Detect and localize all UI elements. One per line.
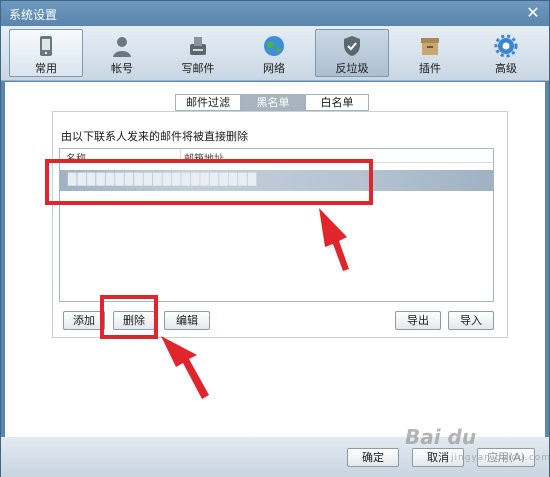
toolbar-item-advanced[interactable]: 高级 (469, 29, 543, 77)
toolbar-item-network[interactable]: 网络 (237, 29, 311, 77)
delete-button[interactable]: 删除 (113, 311, 155, 330)
toolbar-item-general[interactable]: 常用 (9, 29, 83, 77)
add-button[interactable]: 添加 (63, 311, 105, 330)
settings-toolbar: 常用 帐号 写邮件 网络 反垃圾 插件 高级 (1, 26, 549, 81)
gear-icon (494, 34, 518, 58)
title-bar: 系统设置 ✕ (1, 1, 549, 26)
toolbar-item-account[interactable]: 帐号 (85, 29, 159, 77)
toolbar-label: 插件 (419, 62, 441, 75)
ok-button[interactable]: 确定 (347, 448, 399, 467)
export-button[interactable]: 导出 (395, 311, 441, 330)
toolbar-item-compose[interactable]: 写邮件 (161, 29, 235, 77)
user-icon (113, 37, 131, 57)
settings-window: 系统设置 ✕ 常用 帐号 写邮件 网络 反垃圾 插件 高级 邮件过滤 黑名单 白… (0, 0, 550, 477)
toolbar-label: 网络 (263, 62, 285, 75)
watermark-url: jingyan.baidu.com (451, 453, 550, 463)
column-header-name[interactable]: 名称 (66, 150, 86, 165)
toolbar-label: 反垃圾 (335, 62, 369, 75)
tab-whitelist[interactable]: 白名单 (305, 94, 369, 111)
watermark: Bai du jingyan.baidu.com (405, 425, 550, 473)
toolbar-label: 帐号 (111, 62, 133, 75)
blacklist-hint: 由以下联系人发来的邮件将被直接删除 (61, 130, 248, 143)
toolbar-item-antispam[interactable]: 反垃圾 (315, 29, 389, 77)
list-header: 名称 邮箱地址 (60, 149, 493, 165)
toolbar-label: 常用 (35, 62, 57, 75)
toolbar-label: 写邮件 (181, 62, 215, 75)
column-divider[interactable] (180, 149, 181, 163)
list-item-text: ████████████████████ (68, 173, 258, 186)
toolbar-item-plugins[interactable]: 插件 (393, 29, 467, 77)
toolbar-label: 高级 (495, 62, 517, 75)
window-title: 系统设置 (9, 8, 58, 22)
close-button[interactable]: ✕ (523, 4, 543, 22)
column-header-address[interactable]: 邮箱地址 (184, 150, 224, 165)
tab-blacklist[interactable]: 黑名单 (241, 94, 305, 111)
edit-button[interactable]: 编辑 (164, 311, 210, 330)
shield-icon (344, 36, 360, 56)
tab-mail-filter[interactable]: 邮件过滤 (175, 94, 241, 111)
import-button[interactable]: 导入 (448, 311, 494, 330)
plugin-box-icon (421, 38, 439, 55)
phone-icon (40, 36, 52, 56)
blacklist-list[interactable]: 名称 邮箱地址 ████████████████████ (59, 148, 494, 302)
compose-icon (190, 37, 206, 55)
list-item[interactable]: ████████████████████ (60, 170, 493, 191)
watermark-logo: Bai du (405, 425, 477, 449)
globe-icon (264, 36, 284, 56)
